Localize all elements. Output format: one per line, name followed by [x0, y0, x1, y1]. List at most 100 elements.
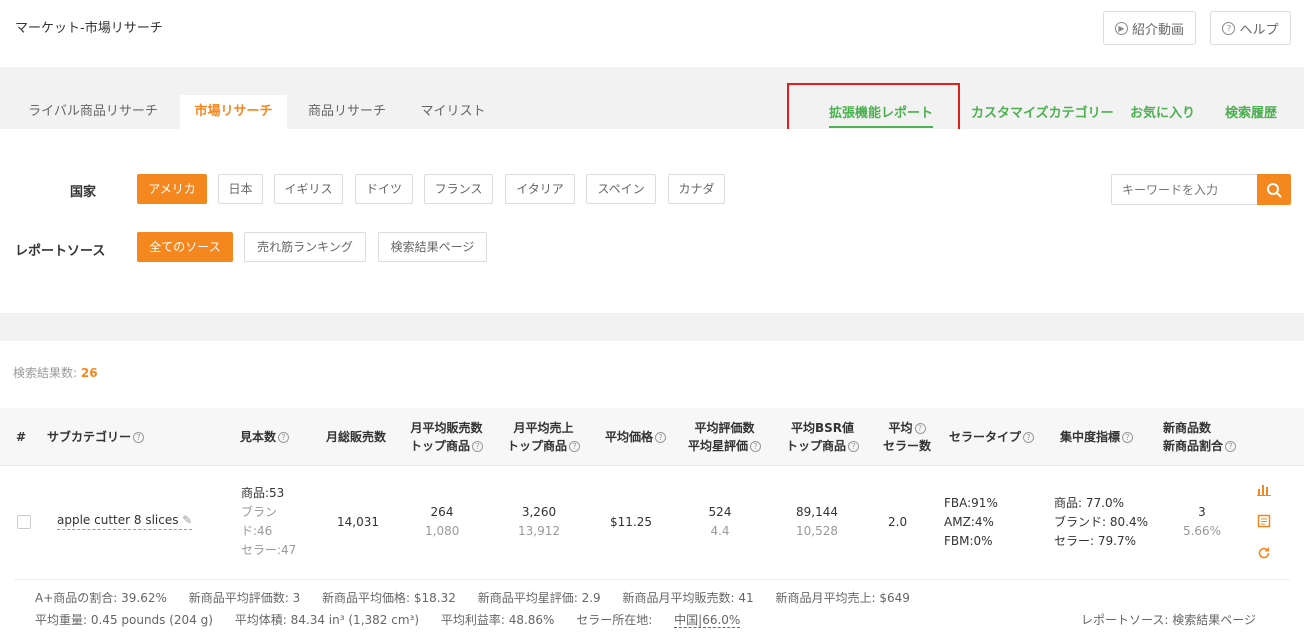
- header-avg-price-label: 平均価格: [605, 430, 654, 444]
- country-chip-germany[interactable]: ドイツ: [355, 174, 413, 204]
- header-concentration-label: 集中度指標: [1060, 430, 1121, 444]
- new-products-ratio: 5.66%: [1182, 524, 1222, 538]
- help-button[interactable]: ? ヘルプ: [1210, 11, 1291, 45]
- stat-seller-location: セラー所在地: 中国|66.0%: [576, 613, 758, 628]
- tab-my-list[interactable]: マイリスト: [407, 95, 499, 129]
- question-icon[interactable]: ?: [569, 441, 581, 452]
- stat-new-avg-revenue: 新商品月平均売上: $649: [775, 591, 910, 605]
- play-icon: ▶: [1114, 21, 1128, 35]
- header-avg-rating[interactable]: 平均評価数 平均星評価?: [688, 419, 762, 455]
- subcategory-link[interactable]: apple cutter 8 slices ✎: [57, 513, 193, 530]
- result-count-value: 26: [80, 366, 98, 380]
- tab-product-research[interactable]: 商品リサーチ: [295, 95, 399, 129]
- header-avg-bsr[interactable]: 平均BSR値 トップ商品?: [786, 419, 860, 455]
- cell-avg-rating: 524 4.4: [706, 503, 734, 541]
- filter-panel: 国家 アメリカ 日本 イギリス ドイツ フランス イタリア スペイン カナダ レ…: [0, 129, 1304, 313]
- keyword-search-input[interactable]: [1111, 174, 1258, 205]
- cell-avg-sales: 264 1,080: [425, 503, 459, 541]
- question-icon[interactable]: ?: [278, 432, 290, 443]
- question-icon[interactable]: ?: [1225, 441, 1237, 452]
- sample-brands-line1: ブラン: [241, 505, 278, 519]
- header-avg-rating-line1: 平均評価数: [694, 421, 755, 435]
- country-chip-france[interactable]: フランス: [424, 174, 493, 204]
- refresh-icon[interactable]: [1257, 546, 1271, 560]
- header-avg-price[interactable]: 平均価格?: [605, 428, 667, 446]
- source-chip-search-results[interactable]: 検索結果ページ: [378, 232, 487, 262]
- result-count: 検索結果数: 26: [13, 364, 98, 381]
- row-checkbox[interactable]: [17, 515, 31, 529]
- sample-brands-line2: ド:46: [241, 524, 273, 538]
- tab-market-research[interactable]: 市場リサーチ: [180, 95, 287, 129]
- cell-avg-price: $11.25: [610, 515, 652, 529]
- question-icon[interactable]: ?: [1122, 432, 1134, 443]
- header-monthly-sales[interactable]: 月総販売数: [326, 428, 386, 446]
- avg-rating-count: 524: [708, 505, 732, 519]
- source-chip-all[interactable]: 全てのソース: [137, 232, 233, 262]
- country-chip-canada[interactable]: カナダ: [668, 174, 725, 204]
- avg-revenue-value: 3,260: [521, 505, 557, 519]
- question-icon[interactable]: ?: [133, 432, 145, 443]
- question-icon[interactable]: ?: [472, 441, 484, 452]
- tab-custom-category[interactable]: カスタマイズカテゴリー: [971, 102, 1114, 121]
- search-button[interactable]: [1257, 174, 1291, 205]
- sample-products: 商品:53: [241, 486, 285, 500]
- avg-rating-star: 4.4: [710, 524, 730, 538]
- country-chip-uk[interactable]: イギリス: [274, 174, 343, 204]
- cell-avg-sellers: 2.0: [888, 515, 908, 529]
- header-sample-label: 見本数: [240, 430, 277, 444]
- header-subcategory[interactable]: サブカテゴリー?: [47, 428, 145, 446]
- country-label: 国家: [70, 185, 97, 200]
- chart-icon[interactable]: [1257, 482, 1271, 496]
- report-icon[interactable]: [1257, 514, 1271, 528]
- header-new-products[interactable]: 新商品数 新商品割合?: [1163, 419, 1237, 455]
- question-icon[interactable]: ?: [655, 432, 667, 443]
- sample-sellers: セラー:47: [241, 543, 297, 557]
- header-seller-type-label: セラータイプ: [949, 430, 1022, 444]
- stat-avg-volume: 平均体積: 84.34 in³ (1,382 cm³): [234, 613, 420, 627]
- header-avg-revenue-line2: トップ商品: [507, 439, 568, 453]
- intro-video-label: 紹介動画: [1131, 22, 1184, 38]
- country-chip-usa[interactable]: アメリカ: [137, 174, 207, 204]
- country-chip-spain[interactable]: スペイン: [586, 174, 656, 204]
- stat-avg-weight: 平均重量: 0.45 pounds (204 g): [35, 613, 213, 627]
- tab-favorites[interactable]: お気に入り: [1130, 102, 1195, 121]
- source-label: レポートソース: [15, 244, 106, 259]
- header-avg-bsr-line1: 平均BSR値: [790, 421, 855, 435]
- stat-new-avg-price: 新商品平均価格: $18.32: [322, 591, 456, 605]
- intro-video-button[interactable]: ▶ 紹介動画: [1103, 11, 1196, 45]
- question-icon[interactable]: ?: [914, 423, 926, 434]
- avg-bsr-top: 10,528: [796, 524, 838, 538]
- cell-avg-bsr: 89,144 10,528: [796, 503, 838, 541]
- avg-sales-top: 1,080: [425, 524, 460, 538]
- header-subcategory-label: サブカテゴリー: [47, 430, 132, 444]
- cell-new-products: 3 5.66%: [1180, 503, 1224, 541]
- country-chip-italy[interactable]: イタリア: [505, 174, 575, 204]
- question-icon[interactable]: ?: [1023, 432, 1035, 443]
- question-icon[interactable]: ?: [848, 441, 860, 452]
- header-sample[interactable]: 見本数?: [240, 428, 290, 446]
- edit-icon[interactable]: ✎: [182, 513, 192, 527]
- header-seller-type[interactable]: セラータイプ?: [949, 428, 1035, 446]
- table-header: # サブカテゴリー? 見本数? 月総販売数 月平均販売数 トップ商品? 月平均売…: [0, 408, 1304, 466]
- concentration-product: 商品: 77.0%: [1054, 496, 1124, 510]
- header-avg-revenue[interactable]: 月平均売上 トップ商品?: [507, 419, 581, 455]
- header-avg-sellers[interactable]: 平均? セラー数: [883, 419, 931, 455]
- tab-rival-research[interactable]: ライバル商品リサーチ: [14, 95, 172, 129]
- seller-type-amz: AMZ:4%: [944, 515, 994, 529]
- source-chip-bestseller[interactable]: 売れ筋ランキング: [244, 232, 366, 262]
- question-icon[interactable]: ?: [750, 441, 762, 452]
- cell-concentration: 商品: 77.0% ブランド: 80.4% セラー: 79.7%: [1054, 494, 1148, 551]
- header-new-products-line1: 新商品数: [1163, 421, 1212, 435]
- seller-type-fba: FBA:91%: [944, 496, 998, 510]
- top-bar: マーケット-市場リサーチ ▶ 紹介動画 ? ヘルプ: [0, 0, 1304, 67]
- stat-aplus-ratio: A+商品の割合: 39.62%: [35, 591, 167, 605]
- country-chip-japan[interactable]: 日本: [218, 174, 263, 204]
- header-avg-sellers-line1: 平均: [888, 421, 913, 435]
- seller-location-value[interactable]: 中国|66.0%: [674, 613, 741, 628]
- header-concentration[interactable]: 集中度指標?: [1060, 428, 1134, 446]
- footer-report-source: レポートソース: 検索結果ページ: [1081, 613, 1257, 627]
- cell-monthly-sales: 14,031: [337, 515, 379, 529]
- tab-search-history[interactable]: 検索履歴: [1225, 102, 1277, 121]
- header-avg-sales[interactable]: 月平均販売数 トップ商品?: [410, 419, 484, 455]
- tab-bar: ライバル商品リサーチ 市場リサーチ 商品リサーチ マイリスト 拡張機能レポート …: [0, 67, 1304, 129]
